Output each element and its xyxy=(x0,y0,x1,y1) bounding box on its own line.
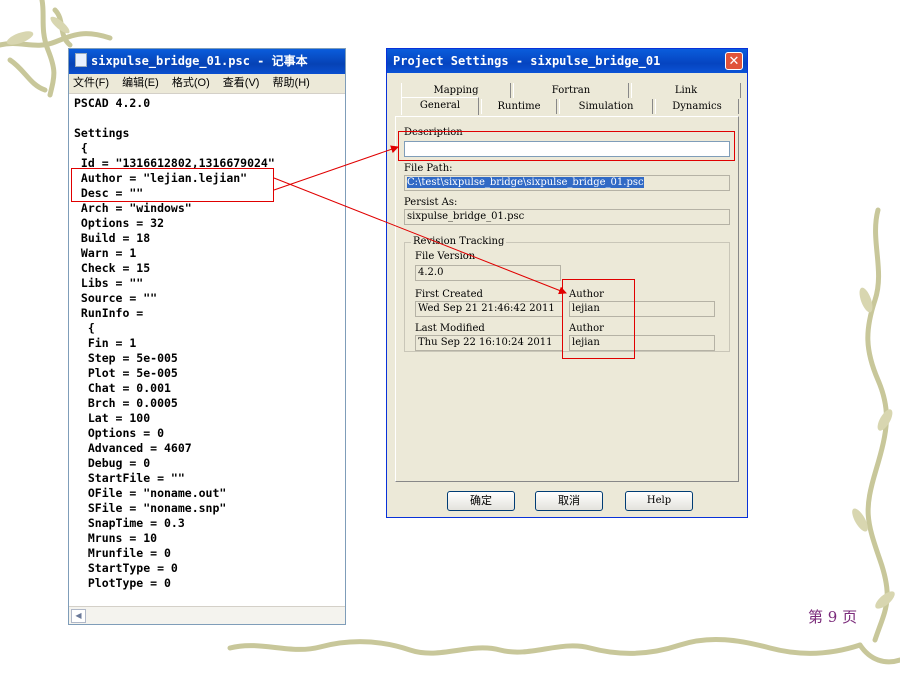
text-line: Options = 32 xyxy=(74,216,165,230)
persist-as-label: Persist As: xyxy=(404,197,458,208)
text-line: Debug = 0 xyxy=(74,456,151,470)
text-line: StartType = 0 xyxy=(74,561,178,575)
revision-tracking-title: Revision Tracking xyxy=(411,236,507,247)
file-path-field[interactable]: C:\test\sixpulse_bridge\sixpulse_bridge_… xyxy=(404,175,730,191)
tab-simulation[interactable]: Simulation xyxy=(559,99,653,114)
text-line: Advanced = 4607 xyxy=(74,441,192,455)
text-line: SFile = "noname.snp" xyxy=(74,501,227,515)
text-line: Settings xyxy=(74,126,130,140)
text-line: { xyxy=(74,321,95,335)
text-line: RunInfo = xyxy=(74,306,144,320)
tab-dynamics[interactable]: Dynamics xyxy=(655,99,739,114)
file-version-field: 4.2.0 xyxy=(415,265,561,281)
notepad-title: sixpulse_bridge_01.psc - 记事本 xyxy=(91,54,308,68)
text-line: Source = "" xyxy=(74,291,158,305)
text-line: PSCAD 4.2.0 xyxy=(74,96,151,110)
notepad-horizontal-scrollbar[interactable]: ◀ xyxy=(69,606,345,624)
menu-view[interactable]: 查看(V) xyxy=(223,77,260,89)
notepad-menu-bar: 文件(F) 编辑(E) 格式(O) 查看(V) 帮助(H) xyxy=(69,74,345,94)
notepad-window: sixpulse_bridge_01.psc - 记事本 文件(F) 编辑(E)… xyxy=(68,48,346,625)
text-line: Step = 5e-005 xyxy=(74,351,178,365)
file-version-label: File Version xyxy=(415,251,476,262)
text-line: StartFile = "" xyxy=(74,471,185,485)
file-path-value: C:\test\sixpulse_bridge\sixpulse_bridge_… xyxy=(407,177,644,188)
close-icon[interactable]: ✕ xyxy=(725,52,743,70)
text-line: Warn = 1 xyxy=(74,246,137,260)
tab-general[interactable]: General xyxy=(401,97,479,115)
text-line: Options = 0 xyxy=(74,426,165,440)
text-line: Arch = "windows" xyxy=(74,201,192,215)
dialog-title-bar[interactable]: Project Settings - sixpulse_bridge_01 ✕ xyxy=(387,49,747,73)
tab-runtime[interactable]: Runtime xyxy=(481,99,557,114)
text-line: PlotType = 0 xyxy=(74,576,171,590)
tab-link[interactable]: Link xyxy=(631,83,741,98)
menu-edit[interactable]: 编辑(E) xyxy=(122,77,159,89)
first-created-label: First Created xyxy=(415,289,483,300)
text-line: Chat = 0.001 xyxy=(74,381,171,395)
file-path-label: File Path: xyxy=(404,163,453,174)
text-line: Lat = 100 xyxy=(74,411,151,425)
text-line: Fin = 1 xyxy=(74,336,137,350)
notepad-document-icon xyxy=(75,53,87,67)
tab-fortran[interactable]: Fortran xyxy=(513,83,629,98)
dialog-title: Project Settings - sixpulse_bridge_01 xyxy=(393,54,661,68)
author-fields-highlight xyxy=(562,279,635,359)
text-line: Brch = 0.0005 xyxy=(74,396,178,410)
text-line: Mruns = 10 xyxy=(74,531,158,545)
text-line: SnapTime = 0.3 xyxy=(74,516,185,530)
text-line: OFile = "noname.out" xyxy=(74,486,227,500)
menu-file[interactable]: 文件(F) xyxy=(73,77,109,89)
text-line: Libs = "" xyxy=(74,276,144,290)
persist-as-field[interactable]: sixpulse_bridge_01.psc xyxy=(404,209,730,225)
last-modified-label: Last Modified xyxy=(415,323,485,334)
author-desc-highlight xyxy=(71,168,274,202)
text-line: Mrunfile = 0 xyxy=(74,546,171,560)
menu-format[interactable]: 格式(O) xyxy=(172,77,210,89)
tab-mapping[interactable]: Mapping xyxy=(401,83,511,98)
cancel-button[interactable]: 取消 xyxy=(535,491,603,511)
text-line: Build = 18 xyxy=(74,231,151,245)
help-button[interactable]: Help xyxy=(625,491,693,511)
notepad-title-bar[interactable]: sixpulse_bridge_01.psc - 记事本 xyxy=(69,49,345,74)
ok-button[interactable]: 确定 xyxy=(447,491,515,511)
text-line xyxy=(74,111,345,126)
last-modified-field: Thu Sep 22 16:10:24 2011 xyxy=(415,335,563,351)
menu-help[interactable]: 帮助(H) xyxy=(273,77,310,89)
first-created-field: Wed Sep 21 21:46:42 2011 xyxy=(415,301,563,317)
text-line: { xyxy=(74,141,88,155)
text-line: Check = 15 xyxy=(74,261,151,275)
page-number: 第 9 页 xyxy=(808,608,858,626)
text-line: Plot = 5e-005 xyxy=(74,366,178,380)
scroll-left-icon[interactable]: ◀ xyxy=(71,609,86,623)
description-highlight xyxy=(398,131,735,161)
